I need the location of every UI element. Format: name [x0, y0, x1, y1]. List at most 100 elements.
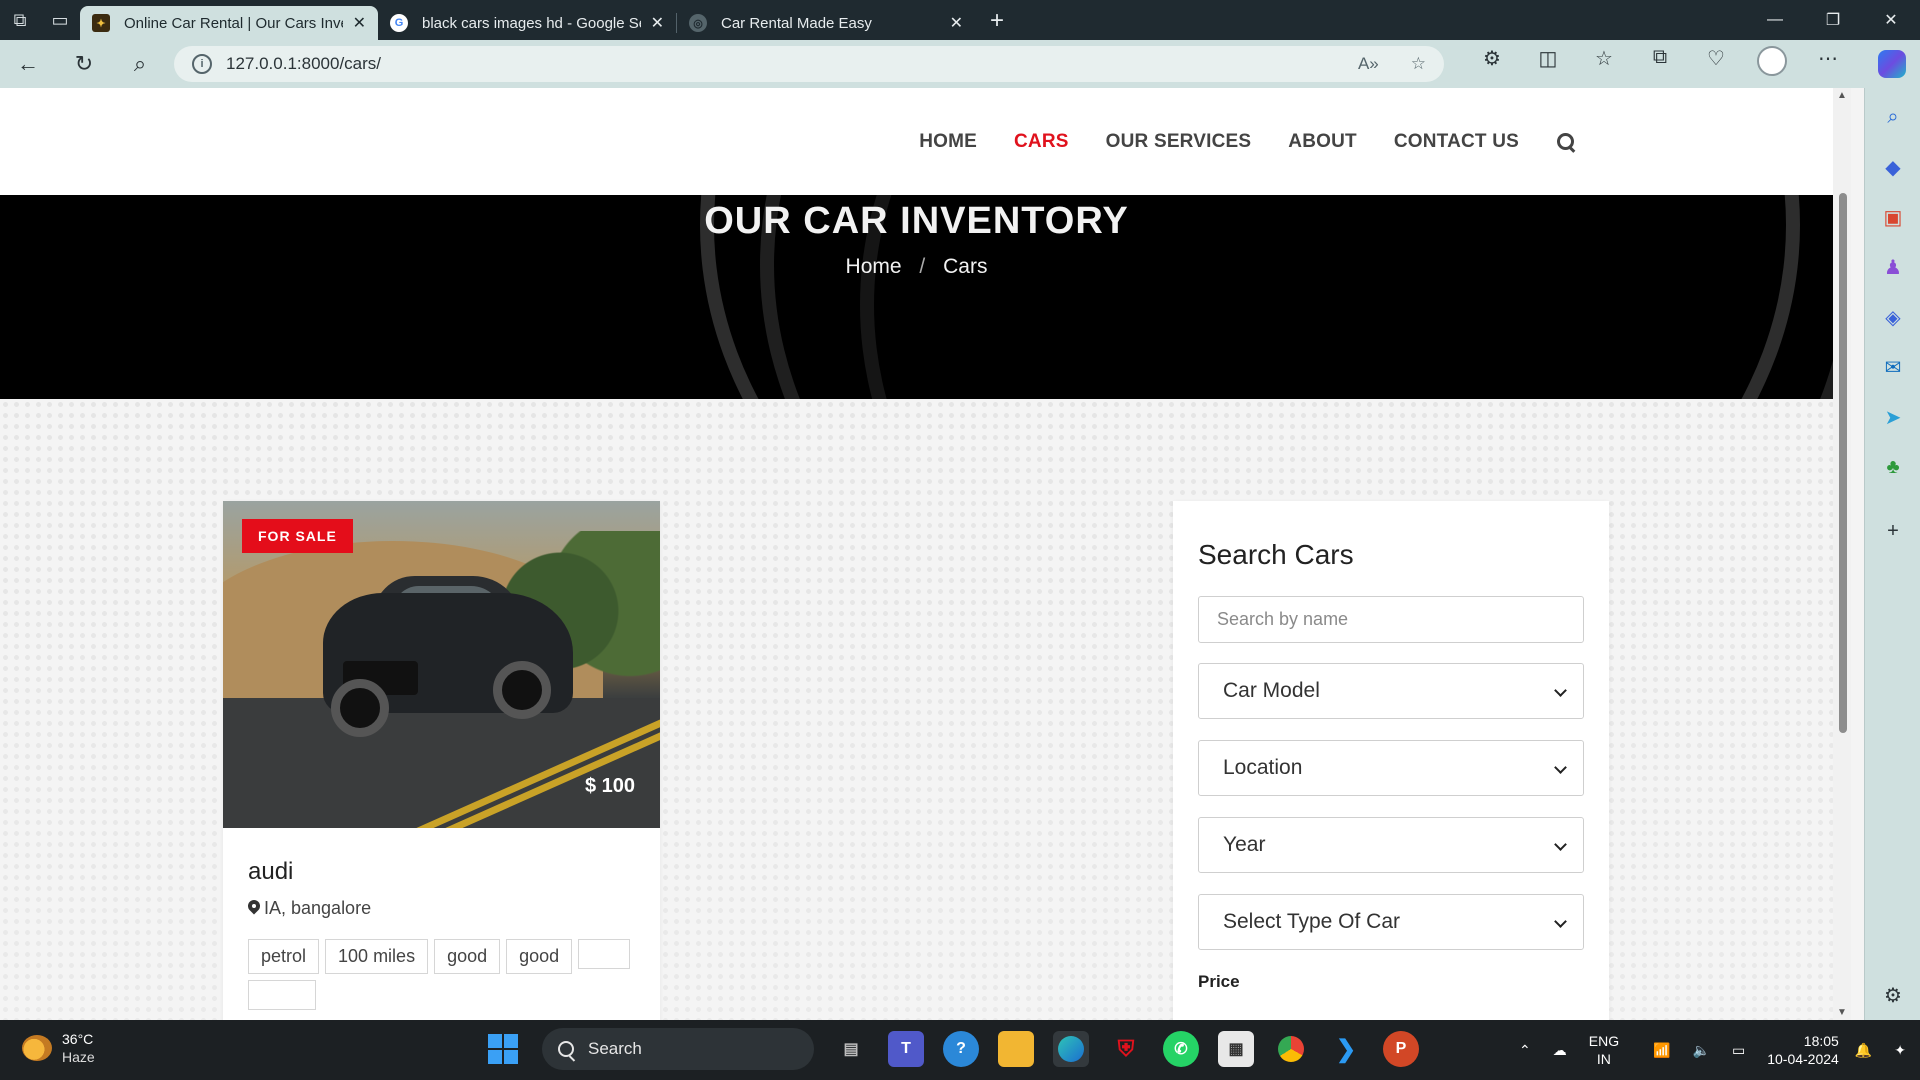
car-image[interactable]: FOR SALE $ 100: [223, 501, 660, 828]
vscode-icon[interactable]: ❯: [1328, 1031, 1364, 1067]
teams-icon[interactable]: T: [888, 1031, 924, 1067]
scroll-up-icon[interactable]: ▲: [1837, 90, 1847, 101]
sidebar-shopping-icon[interactable]: ◆: [1865, 142, 1920, 192]
sidebar-telegram-icon[interactable]: ➤: [1865, 392, 1920, 442]
weather-condition: Haze: [62, 1049, 95, 1065]
copilot-icon[interactable]: [1878, 50, 1906, 78]
weather-widget[interactable]: 36°C Haze: [22, 1030, 95, 1066]
language-indicator[interactable]: ENG IN: [1589, 1032, 1619, 1068]
car-wheel: [493, 661, 551, 719]
address-bar[interactable]: i 127.0.0.1:8000/cars/ A» ☆: [174, 46, 1444, 82]
chrome-icon[interactable]: [1273, 1031, 1309, 1067]
edge-icon[interactable]: [1053, 1031, 1089, 1067]
car-features: petrol 100 miles good good: [248, 939, 648, 1016]
new-tab-button[interactable]: +: [975, 7, 1019, 35]
more-options-icon[interactable]: ⋯: [1800, 46, 1856, 82]
site-info-icon[interactable]: i: [192, 54, 212, 74]
tab-actions-icon[interactable]: ▭: [40, 0, 80, 40]
sidebar-search-icon[interactable]: ⌕: [1865, 92, 1920, 142]
workspaces-icon[interactable]: ⧉: [0, 0, 40, 40]
tab-online-car-rental[interactable]: ✦ Online Car Rental | Our Cars Inventory…: [80, 6, 378, 40]
page-scrollbar[interactable]: ▲ ▼: [1833, 88, 1851, 1020]
nav-home[interactable]: HOME: [919, 131, 977, 153]
refresh-icon[interactable]: ↻: [56, 40, 112, 88]
taskbar-search[interactable]: Search: [542, 1028, 814, 1070]
back-icon[interactable]: ←: [0, 40, 56, 88]
onedrive-icon[interactable]: ☁: [1553, 1042, 1567, 1059]
car-type-select[interactable]: Select Type Of Car: [1198, 894, 1584, 950]
breadcrumb: Home / Cars: [0, 255, 1833, 279]
file-explorer-icon[interactable]: [998, 1031, 1034, 1067]
close-window-icon[interactable]: ✕: [1862, 0, 1920, 40]
close-tab-icon[interactable]: ✕: [353, 13, 366, 33]
read-aloud-icon[interactable]: A»: [1358, 54, 1379, 74]
tab-google-search[interactable]: G black cars images hd - Google Search ✕: [378, 6, 676, 40]
favorites-icon[interactable]: ☆: [1576, 46, 1632, 82]
sidebar-office-icon[interactable]: ◈: [1865, 292, 1920, 342]
close-tab-icon[interactable]: ✕: [651, 13, 664, 33]
browser-essentials-icon[interactable]: ♡: [1688, 46, 1744, 82]
location-select[interactable]: Location: [1198, 740, 1584, 796]
task-view-icon[interactable]: ▤: [833, 1031, 869, 1067]
extensions-icon[interactable]: ⚙: [1464, 46, 1520, 82]
location-pin-icon: [248, 900, 260, 917]
copilot-taskbar-icon[interactable]: ✦: [1894, 1042, 1906, 1059]
year-select[interactable]: Year: [1198, 817, 1584, 873]
volume-icon[interactable]: 🔈: [1693, 1042, 1710, 1059]
car-card[interactable]: FOR SALE $ 100 audi IA, bangalore petrol…: [223, 501, 660, 1020]
clock[interactable]: 18:05 10-04-2024: [1767, 1032, 1839, 1068]
profile-icon[interactable]: [1744, 46, 1800, 82]
sidebar-tools-icon[interactable]: ▣: [1865, 192, 1920, 242]
close-tab-icon[interactable]: ✕: [950, 13, 963, 33]
chevron-down-icon: [1554, 838, 1567, 851]
car-type-value: Select Type Of Car: [1223, 910, 1401, 933]
car-model-select[interactable]: Car Model: [1198, 663, 1584, 719]
scrollbar-thumb[interactable]: [1839, 193, 1847, 733]
scroll-down-icon[interactable]: ▼: [1837, 1007, 1847, 1018]
inventory-section: FOR SALE $ 100 audi IA, bangalore petrol…: [0, 399, 1833, 1020]
browser-tools: ⚙ ◫ ☆ ⧉ ♡ ⋯: [1464, 46, 1856, 82]
web-page: HOME CARS OUR SERVICES ABOUT CONTACT US …: [0, 88, 1833, 1020]
windows-taskbar: 36°C Haze Search ▤ T ? ⛨ ✆ ▦ ❯ P ⌃ ☁ ENG…: [0, 1020, 1920, 1080]
search-by-name-input[interactable]: [1198, 596, 1584, 643]
notifications-icon[interactable]: 🔔: [1855, 1042, 1872, 1059]
powerpoint-icon[interactable]: P: [1383, 1031, 1419, 1067]
sidebar-outlook-icon[interactable]: ✉: [1865, 342, 1920, 392]
feature-tag: good: [506, 939, 573, 974]
feature-tag: petrol: [248, 939, 320, 974]
region-code: IN: [1596, 1051, 1611, 1067]
car-wheel: [331, 679, 389, 737]
mcafee-icon[interactable]: ⛨: [1108, 1031, 1144, 1067]
tab-title: Car Rental Made Easy: [721, 14, 872, 32]
restore-icon[interactable]: ❐: [1804, 0, 1862, 40]
car-location: IA, bangalore: [248, 898, 660, 919]
favorite-star-icon[interactable]: ☆: [1411, 54, 1426, 74]
search-tab-icon[interactable]: ⌕: [112, 40, 168, 88]
nav-about[interactable]: ABOUT: [1288, 131, 1357, 153]
nav-cars[interactable]: CARS: [1014, 131, 1069, 153]
battery-icon[interactable]: ▭: [1732, 1042, 1745, 1059]
collections-icon[interactable]: ⧉: [1632, 46, 1688, 82]
breadcrumb-home[interactable]: Home: [846, 255, 902, 278]
sidebar-tree-icon[interactable]: ♣: [1865, 442, 1920, 492]
store-icon[interactable]: ▦: [1218, 1031, 1254, 1067]
show-hidden-icons[interactable]: ⌃: [1519, 1042, 1531, 1059]
date: 10-04-2024: [1767, 1051, 1839, 1067]
windows-start-icon[interactable]: [488, 1034, 518, 1064]
sidebar-settings-icon[interactable]: ⚙: [1865, 970, 1920, 1020]
wifi-icon[interactable]: 📶: [1653, 1042, 1670, 1059]
tab-car-rental-made-easy[interactable]: ◎ Car Rental Made Easy ✕: [677, 6, 975, 40]
search-icon[interactable]: [1555, 131, 1577, 153]
nav-contact-us[interactable]: CONTACT US: [1394, 131, 1519, 153]
feature-tag: 100 miles: [325, 939, 429, 974]
nav-our-services[interactable]: OUR SERVICES: [1106, 131, 1252, 153]
split-screen-icon[interactable]: ◫: [1520, 46, 1576, 82]
sidebar-games-icon[interactable]: ♟: [1865, 242, 1920, 292]
car-model-value: Car Model: [1223, 679, 1320, 702]
car-name[interactable]: audi: [248, 858, 660, 886]
minimize-icon[interactable]: —: [1746, 0, 1804, 40]
year-value: Year: [1223, 833, 1266, 856]
help-icon[interactable]: ?: [943, 1031, 979, 1067]
sidebar-add-icon[interactable]: +: [1865, 506, 1920, 556]
whatsapp-icon[interactable]: ✆: [1163, 1031, 1199, 1067]
